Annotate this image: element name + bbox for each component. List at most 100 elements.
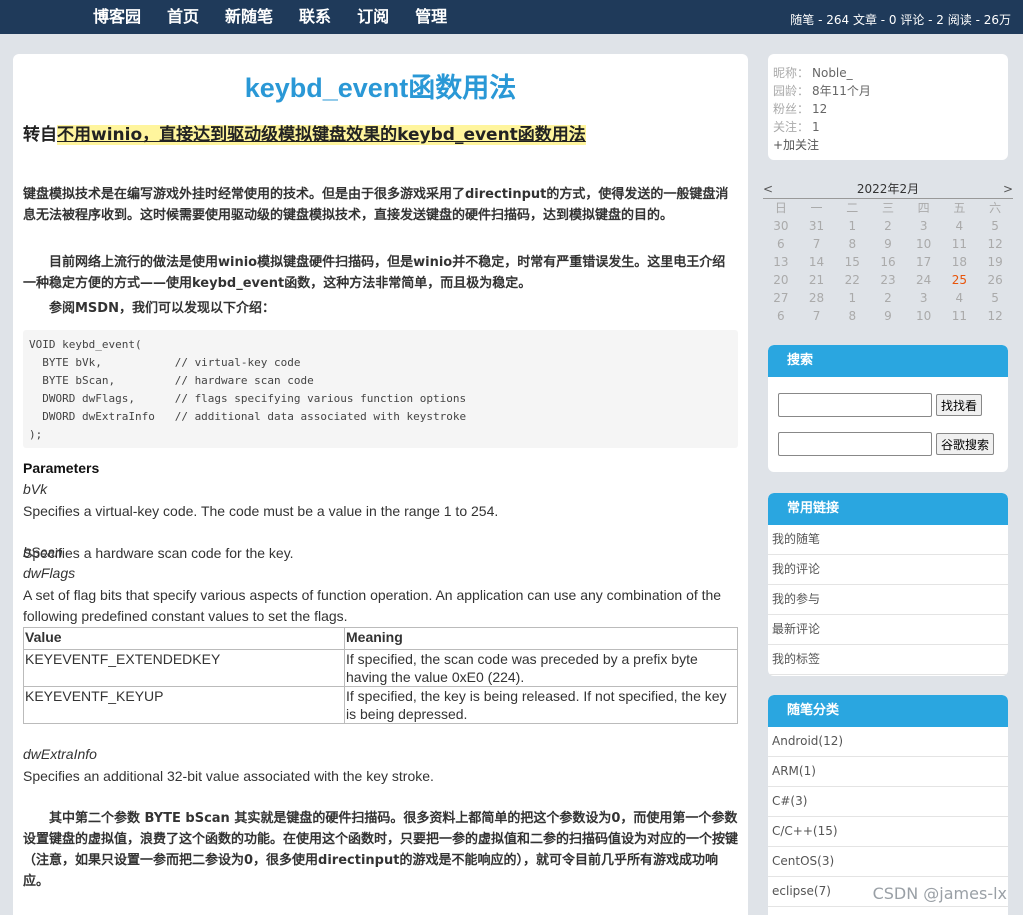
category-item[interactable]: C#(3) — [768, 787, 1008, 817]
calendar-day[interactable]: 5 — [977, 289, 1013, 307]
calendar-day[interactable]: 7 — [799, 307, 835, 325]
link-my-participation[interactable]: 我的参与 — [768, 585, 1008, 615]
calendar-day[interactable]: 2 — [870, 217, 906, 235]
calendar-weekday-row: 日一二三四五六 — [763, 199, 1013, 218]
calendar-day[interactable]: 20 — [763, 271, 799, 289]
calendar-day[interactable]: 13 — [763, 253, 799, 271]
calendar-day[interactable]: 10 — [906, 307, 942, 325]
link-my-posts[interactable]: 我的随笔 — [768, 525, 1008, 555]
calendar-day[interactable]: 26 — [977, 271, 1013, 289]
bscan-description: Specifies a hardware scan code for the k… — [23, 545, 294, 561]
link-my-tags[interactable]: 我的标签 — [768, 645, 1008, 675]
calendar-day[interactable]: 9 — [870, 235, 906, 253]
link-my-comments[interactable]: 我的评论 — [768, 555, 1008, 585]
top-nav-bar: 博客园 首页 新随笔 联系 订阅 管理 随笔 - 264 文章 - 0 评论 -… — [0, 0, 1023, 34]
calendar-day[interactable]: 22 — [834, 271, 870, 289]
add-follow-link[interactable]: +加关注 — [773, 136, 1008, 154]
calendar-day[interactable]: 11 — [942, 307, 978, 325]
calendar-day[interactable]: 25 — [942, 271, 978, 289]
calendar-weekday: 二 — [846, 201, 859, 215]
nav-contact[interactable]: 联系 — [286, 0, 344, 34]
next-month-button[interactable]: > — [1003, 180, 1013, 198]
calendar-day[interactable]: 18 — [942, 253, 978, 271]
calendar-day[interactable]: 16 — [870, 253, 906, 271]
table-header-row: Value Meaning — [23, 627, 738, 650]
calendar-weekday: 一 — [810, 201, 823, 215]
calendar-day[interactable]: 23 — [870, 271, 906, 289]
search-input[interactable] — [778, 393, 932, 417]
table-header: Meaning — [344, 627, 738, 650]
calendar-day[interactable]: 2 — [870, 289, 906, 307]
nav-subscribe[interactable]: 订阅 — [344, 0, 402, 34]
prev-month-button[interactable]: < — [763, 180, 773, 198]
follow-value[interactable]: 1 — [812, 120, 820, 134]
category-item[interactable]: C/C++(15) — [768, 817, 1008, 847]
calendar-weekday: 三 — [881, 201, 894, 215]
nick-value[interactable]: Noble_ — [812, 66, 853, 80]
table-row: KEYEVENTF_KEYUP If specified, the key is… — [23, 686, 738, 724]
param-name: dwFlags — [23, 565, 76, 581]
calendar-day[interactable]: 15 — [834, 253, 870, 271]
calendar-day[interactable]: 8 — [834, 307, 870, 325]
calendar-day[interactable]: 31 — [799, 217, 835, 235]
calendar-day[interactable]: 28 — [799, 289, 835, 307]
calendar-day[interactable]: 27 — [763, 289, 799, 307]
follow-label: 关注： — [773, 120, 810, 134]
nav-home[interactable]: 首页 — [154, 0, 212, 34]
search-button[interactable]: 找找看 — [936, 394, 983, 416]
subtitle-prefix: 转自 — [23, 125, 57, 145]
post-subtitle: 转自不用winio，直接达到驱动级模拟键盘效果的keybd_event函数用法 — [23, 120, 586, 145]
calendar-day[interactable]: 12 — [977, 307, 1013, 325]
search-row-google: 谷歌搜索 — [778, 432, 995, 456]
google-search-input[interactable] — [778, 432, 932, 456]
nav-blog-home[interactable]: 博客园 — [80, 0, 154, 34]
calendar-day[interactable]: 8 — [834, 235, 870, 253]
calendar-day[interactable]: 14 — [799, 253, 835, 271]
nick-label: 昵称： — [773, 66, 810, 80]
calendar-day[interactable]: 6 — [763, 235, 799, 253]
calendar-day[interactable]: 30 — [763, 217, 799, 235]
calendar-header: < 2022年2月 > — [763, 180, 1013, 198]
table-cell: If specified, the key is being released.… — [344, 686, 738, 724]
google-search-button[interactable]: 谷歌搜索 — [936, 433, 995, 455]
calendar-day[interactable]: 1 — [834, 289, 870, 307]
category-item[interactable]: ARM(1) — [768, 757, 1008, 787]
calendar-day[interactable]: 19 — [977, 253, 1013, 271]
calendar-day[interactable]: 10 — [906, 235, 942, 253]
search-card: 搜索 找找看 谷歌搜索 — [768, 345, 1008, 472]
calendar-day[interactable]: 7 — [799, 235, 835, 253]
code-block: VOID keybd_event( BYTE bVk, // virtual-k… — [23, 330, 738, 448]
calendar-day[interactable]: 11 — [942, 235, 978, 253]
calendar-day[interactable]: 4 — [942, 217, 978, 235]
fans-value[interactable]: 12 — [812, 102, 827, 116]
calendar-day[interactable]: 4 — [942, 289, 978, 307]
common-links-card: 常用链接 我的随笔 我的评论 我的参与 最新评论 我的标签 — [768, 493, 1008, 676]
nav-manage[interactable]: 管理 — [402, 0, 460, 34]
search-title: 搜索 — [768, 345, 1008, 377]
source-link[interactable]: 不用winio，直接达到驱动级模拟键盘效果的keybd_event函数用法 — [57, 125, 586, 145]
calendar-week-row: 27 28 1 2 3 4 5 — [763, 289, 1013, 307]
calendar-day[interactable]: 3 — [906, 217, 942, 235]
calendar-day[interactable]: 12 — [977, 235, 1013, 253]
category-item[interactable]: CentOS(3) — [768, 847, 1008, 877]
calendar-week-row: 6 7 8 9 10 11 12 — [763, 307, 1013, 325]
nav-new-post[interactable]: 新随笔 — [212, 0, 286, 34]
calendar-week-row: 30 31 1 2 3 4 5 — [763, 217, 1013, 235]
calendar-day[interactable]: 24 — [906, 271, 942, 289]
calendar-day[interactable]: 1 — [834, 217, 870, 235]
calendar-day[interactable]: 9 — [870, 307, 906, 325]
calendar-day[interactable]: 3 — [906, 289, 942, 307]
blog-stats: 随笔 - 264 文章 - 0 评论 - 2 阅读 - 26万 — [790, 13, 1011, 27]
calendar: < 2022年2月 > 日一二三四五六 30 31 1 2 3 4 5 6 7 8 9 10 11 12 13… — [763, 180, 1013, 325]
category-item[interactable]: Android(12) — [768, 727, 1008, 757]
calendar-day[interactable]: 6 — [763, 307, 799, 325]
calendar-day[interactable]: 5 — [977, 217, 1013, 235]
profile-card: 昵称： Noble_ 园龄： 8年11个月 粉丝： 12 关注： 1 +加关注 — [768, 54, 1008, 160]
profile-age-row: 园龄： 8年11个月 — [773, 82, 1008, 100]
age-value[interactable]: 8年11个月 — [812, 84, 871, 98]
profile-fans-row: 粉丝： 12 — [773, 100, 1008, 118]
post-title[interactable]: keybd_event函数用法 — [13, 66, 748, 105]
calendar-day[interactable]: 17 — [906, 253, 942, 271]
link-latest-comments[interactable]: 最新评论 — [768, 615, 1008, 645]
calendar-day[interactable]: 21 — [799, 271, 835, 289]
